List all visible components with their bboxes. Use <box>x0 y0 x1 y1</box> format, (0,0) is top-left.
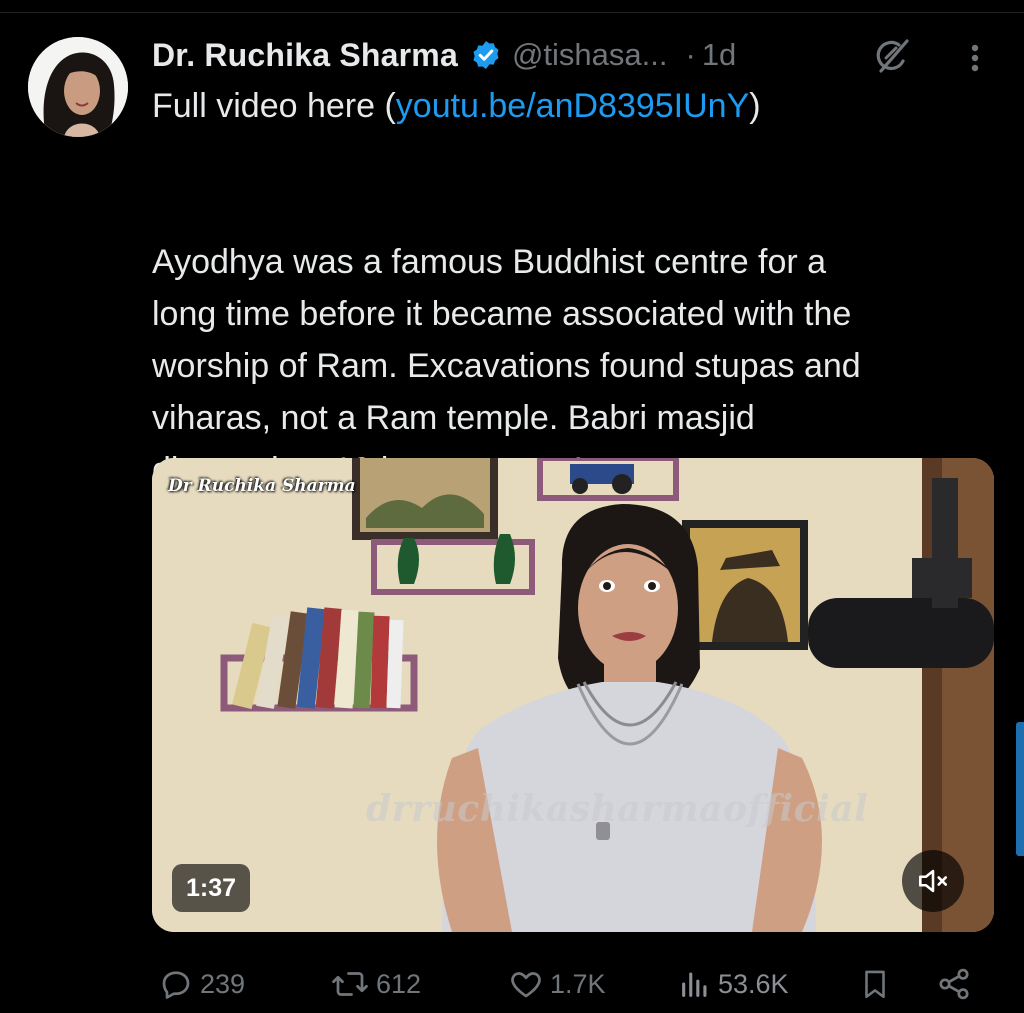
tweet-intro-line: Full video here (youtu.be/anD8395IUnY) <box>152 80 1002 132</box>
repost-count: 612 <box>376 968 422 999</box>
reply-icon <box>162 971 190 999</box>
video-watermark-center: drruchikasharmaofficial <box>366 788 869 830</box>
view-count: 53.6K <box>718 968 789 999</box>
share-icon <box>939 968 969 1000</box>
video-link[interactable]: youtu.be/anD8395IUnY <box>396 87 749 125</box>
scrollbar[interactable] <box>1016 722 1024 856</box>
verified-badge-icon <box>470 39 502 71</box>
intro-close: ) <box>749 87 761 125</box>
timestamp[interactable]: 1d <box>702 37 736 73</box>
tweet-actions: 239 612 1.7K 53.6K <box>152 960 982 1008</box>
author-display-name[interactable]: Dr. Ruchika Sharma <box>152 37 458 74</box>
video-player[interactable]: Dr Ruchika Sharma drruchikasharmaofficia… <box>152 458 994 932</box>
reply-count: 239 <box>200 968 246 999</box>
speaker-muted-icon <box>918 869 948 893</box>
repost-icon <box>332 972 368 996</box>
views-chart-icon <box>682 972 707 997</box>
tweet-line: viharas, not a Ram temple. Babri masjid <box>152 399 755 437</box>
tweet-line: worship of Ram. Excavations found stupas… <box>152 347 861 385</box>
more-options-icon[interactable] <box>960 38 990 78</box>
repost-button[interactable]: 612 <box>330 960 421 1008</box>
top-divider <box>0 0 1024 13</box>
video-frame <box>152 458 994 932</box>
separator-dot: · <box>685 37 696 72</box>
author-handle[interactable]: @tishasa... <box>512 37 668 73</box>
reply-button[interactable]: 239 <box>158 960 245 1008</box>
heart-icon <box>511 972 541 998</box>
video-duration-badge: 1:37 <box>172 864 251 912</box>
tweet-line: Ayodhya was a famous Buddhist centre for… <box>152 243 827 281</box>
mute-button[interactable] <box>902 850 964 912</box>
like-button[interactable]: 1.7K <box>508 960 606 1008</box>
tweet-header: Dr. Ruchika Sharma @tishasa... · 1d <box>152 30 736 80</box>
bookmark-button[interactable] <box>858 960 898 1008</box>
tweet-line: long time before it became associated wi… <box>152 295 852 333</box>
avatar[interactable] <box>28 37 128 137</box>
views-button[interactable]: 53.6K <box>678 960 789 1008</box>
grok-icon[interactable] <box>872 36 912 76</box>
tweet-text: Full video here (youtu.be/anD8395IUnY) A… <box>152 80 1002 496</box>
share-button[interactable] <box>936 960 978 1008</box>
avatar-photo <box>28 37 128 137</box>
intro-text: Full video here ( <box>152 87 396 125</box>
video-watermark-top: Dr Ruchika Sharma <box>168 476 356 496</box>
bookmark-icon <box>865 970 885 999</box>
like-count: 1.7K <box>550 968 606 999</box>
